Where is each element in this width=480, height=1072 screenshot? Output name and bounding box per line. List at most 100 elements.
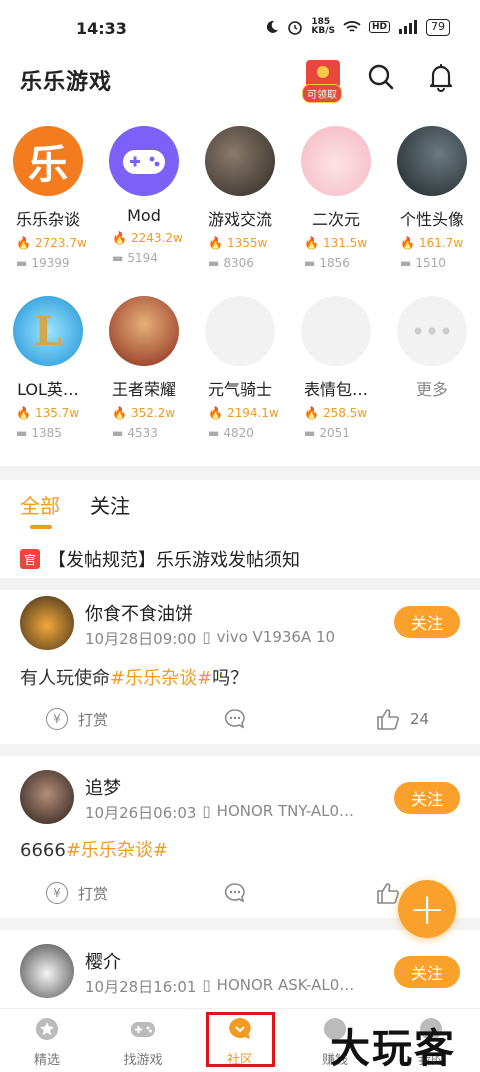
gamepad-icon — [131, 1022, 155, 1037]
post-date: 10月28日16:01 — [85, 978, 197, 996]
category-comments: ▬ 1510 — [400, 256, 446, 270]
le-logo-icon: 乐 — [28, 142, 68, 188]
category-comments: ▬ 8306 — [208, 256, 254, 270]
tab-follow[interactable]: 关注 — [90, 490, 130, 519]
avatar[interactable] — [20, 944, 74, 998]
hashtag-link[interactable]: #乐乐杂谈# — [66, 840, 168, 861]
status-icons: 185 KB/S HD 79 — [265, 18, 450, 36]
fire-icon: 🔥 — [112, 406, 127, 420]
comment-bubble-icon — [224, 883, 245, 903]
fire-icon: 🔥 — [16, 406, 31, 420]
phone-icon: ▯ — [202, 628, 211, 646]
category-item[interactable]: 王者荣耀 🔥 352.2w ▬ 4533 — [96, 296, 192, 440]
category-name: 王者荣耀 — [111, 380, 176, 399]
fire-icon: 🔥 — [208, 406, 223, 420]
category-name: Mod — [127, 206, 161, 225]
post-device: vivo V1936A 10 — [216, 628, 336, 646]
status-time: 14:33 — [76, 18, 127, 38]
lol-logo-icon: L — [33, 307, 63, 355]
fire-icon: 🔥 — [112, 231, 127, 245]
category-item[interactable]: 个性头像 🔥 161.7w ▬ 1510 — [384, 126, 480, 270]
network-speed: 185 KB/S — [311, 17, 335, 36]
like-button[interactable] — [376, 882, 400, 904]
fire-icon: 🔥 — [16, 236, 31, 250]
category-item[interactable]: 表情包… 🔥 258.5w ▬ 2051 — [288, 296, 384, 440]
comment-icon: ▬ — [16, 426, 28, 440]
create-post-button[interactable]: + — [398, 880, 456, 938]
watermark: 大玩客 — [330, 1026, 456, 1072]
category-avatar — [397, 126, 467, 196]
category-avatar — [109, 126, 179, 196]
more-dots-icon — [414, 327, 450, 335]
category-item[interactable]: 二次元 🔥 131.5w ▬ 1856 — [288, 126, 384, 270]
avatar[interactable] — [20, 770, 74, 824]
thumbs-up-icon — [377, 709, 399, 730]
follow-button[interactable]: 关注 — [394, 782, 460, 814]
category-avatar — [301, 296, 371, 366]
red-packet-label: 可领取 — [302, 84, 342, 103]
official-notice[interactable]: 官 【发帖规范】乐乐游戏发帖须知 — [20, 546, 300, 572]
category-item[interactable]: L LOL英… 🔥 135.7w ▬ 1385 — [0, 296, 96, 440]
post-body[interactable]: 有人玩使命#乐乐杂谈#吗？ — [20, 664, 248, 690]
alarm-icon — [288, 21, 303, 35]
section-divider — [0, 466, 480, 480]
category-comments: ▬ 2051 — [304, 426, 350, 440]
more-categories-button[interactable]: 更多 — [384, 296, 480, 400]
search-icon[interactable] — [366, 62, 396, 92]
comment-icon: ▬ — [112, 251, 124, 265]
page-title: 乐乐游戏 — [20, 70, 113, 95]
star-icon — [36, 1018, 58, 1040]
highlight-box — [206, 1012, 275, 1067]
category-item[interactable]: Mod 🔥 2243.2w ▬ 5194 — [96, 126, 192, 265]
thumbs-up-icon — [377, 883, 399, 904]
reward-button[interactable]: ¥ 打赏 — [46, 882, 108, 904]
category-item[interactable]: 游戏交流 🔥 1355w ▬ 8306 — [192, 126, 288, 270]
category-name: LOL英… — [17, 380, 79, 399]
hashtag-link[interactable]: #乐乐杂谈# — [110, 668, 212, 689]
category-avatar: 乐 — [13, 126, 83, 196]
post-card[interactable]: 樱介 10月28日16:01 ▯ HONOR ASK-AL0… 关注 — [0, 938, 480, 1008]
category-item[interactable]: 元气骑士 🔥 2194.1w ▬ 4820 — [192, 296, 288, 440]
nav-find-games[interactable]: 找游戏 — [108, 1017, 178, 1068]
comment-button[interactable] — [224, 882, 246, 904]
tab-all[interactable]: 全部 — [20, 490, 60, 529]
category-comments: ▬ 19399 — [16, 256, 70, 270]
avatar[interactable] — [20, 596, 74, 650]
category-comments: ▬ 1385 — [16, 426, 62, 440]
phone-icon: ▯ — [202, 802, 211, 820]
comment-icon: ▬ — [16, 256, 28, 270]
follow-button[interactable]: 关注 — [394, 606, 460, 638]
category-heat: 🔥 131.5w — [304, 236, 368, 250]
category-avatar — [205, 126, 275, 196]
fire-icon: 🔥 — [304, 236, 319, 250]
fire-icon: 🔥 — [400, 236, 415, 250]
comment-icon: ▬ — [304, 426, 316, 440]
nav-featured[interactable]: 精选 — [12, 1017, 82, 1068]
category-comments: ▬ 1856 — [304, 256, 350, 270]
plus-icon: + — [408, 883, 446, 935]
like-button[interactable]: 24 — [376, 708, 429, 730]
category-avatar: L — [13, 296, 83, 366]
category-heat: 🔥 135.7w — [16, 406, 80, 420]
post-meta: 10月26日06:03 ▯ HONOR TNY-AL0… — [85, 802, 354, 823]
battery-indicator: 79 — [426, 18, 450, 36]
post-meta: 10月28日16:01 ▯ HONOR ASK-AL0… — [85, 976, 354, 997]
fire-icon: 🔥 — [304, 406, 319, 420]
category-name: 个性头像 — [399, 210, 464, 229]
comment-button[interactable] — [224, 708, 246, 730]
category-avatar — [397, 296, 467, 366]
reward-button[interactable]: ¥ 打赏 — [46, 708, 108, 730]
post-username[interactable]: 樱介 — [85, 948, 121, 974]
post-body[interactable]: 6666#乐乐杂谈# — [20, 836, 168, 862]
post-username[interactable]: 你食不食油饼 — [85, 600, 193, 626]
post-username[interactable]: 追梦 — [85, 774, 121, 800]
follow-button[interactable]: 关注 — [394, 956, 460, 988]
red-packet-button[interactable]: 可领取 — [300, 60, 346, 103]
comment-icon: ▬ — [400, 256, 412, 270]
wifi-icon — [343, 21, 361, 32]
category-heat: 🔥 161.7w — [400, 236, 464, 250]
category-comments: ▬ 5194 — [112, 251, 158, 265]
bell-icon[interactable] — [426, 62, 456, 92]
post-card[interactable]: 你食不食油饼 10月28日09:00 ▯ vivo V1936A 10 关注 有… — [0, 590, 480, 742]
category-item[interactable]: 乐 乐乐杂谈 🔥 2723.7w ▬ 19399 — [0, 126, 96, 270]
